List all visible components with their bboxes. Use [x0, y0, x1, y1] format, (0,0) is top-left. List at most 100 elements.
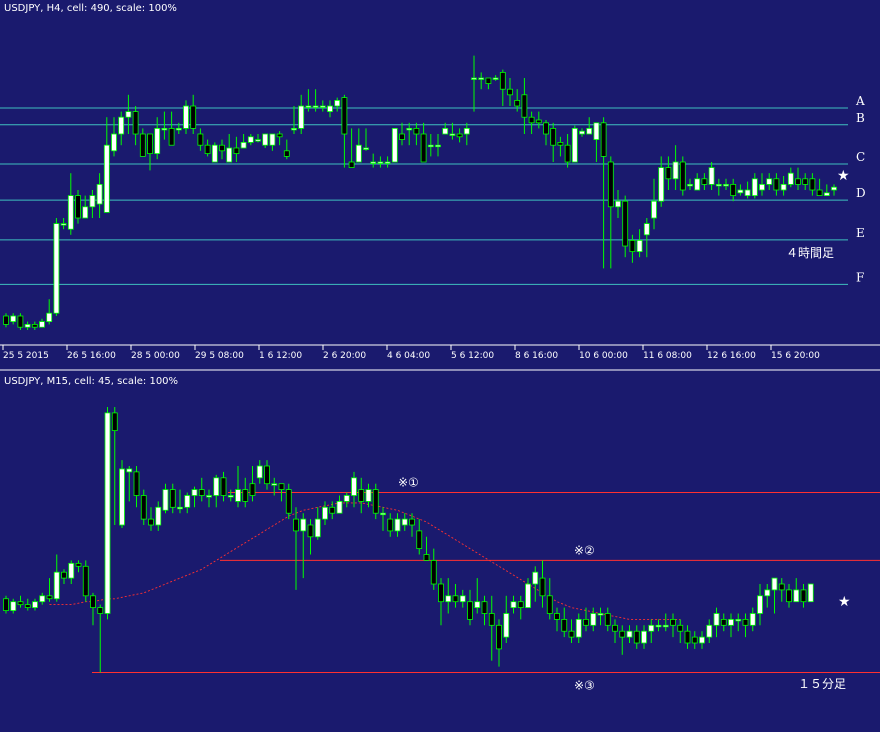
candle-body	[579, 130, 585, 135]
candle-body	[39, 595, 46, 603]
candle	[679, 156, 686, 196]
candle-body	[619, 630, 626, 638]
candle-body	[600, 122, 607, 157]
candle-body	[226, 147, 233, 163]
candle-body	[322, 506, 328, 520]
candle-body	[336, 500, 343, 514]
candle-body	[485, 77, 492, 84]
candle-body	[546, 595, 553, 614]
candle-body	[510, 601, 517, 609]
candle-body	[104, 412, 111, 614]
candle-body	[148, 518, 154, 526]
candle-body	[355, 144, 362, 163]
candle-body	[305, 105, 312, 108]
candle-body	[764, 589, 771, 597]
candle-body	[24, 604, 31, 609]
candle-body	[211, 144, 218, 163]
candle-body	[568, 630, 575, 638]
candle-body	[420, 133, 427, 163]
h4-level-label: A	[855, 94, 865, 108]
candle-body	[715, 183, 722, 187]
candle-body	[154, 127, 161, 154]
candle-body	[597, 613, 604, 616]
candle	[391, 127, 398, 163]
candle-body	[358, 489, 365, 502]
candle-body	[677, 624, 684, 632]
candle-body	[341, 97, 348, 135]
candle-body	[691, 636, 698, 644]
h4-level-label: B	[856, 111, 865, 125]
candle-body	[730, 183, 737, 196]
candle-body	[10, 315, 17, 322]
candle-body	[61, 571, 67, 579]
candle-body	[742, 619, 749, 626]
h4-level-label: C	[856, 150, 865, 164]
candle-body	[329, 506, 336, 514]
candle	[211, 142, 218, 163]
candle-body	[133, 471, 140, 496]
candle-body	[728, 619, 734, 626]
h4-x-tick-label: 4 6 04:00	[387, 351, 430, 361]
candle-body	[119, 468, 125, 526]
candle-body	[31, 323, 38, 328]
candle-body	[271, 483, 278, 486]
candle-body	[735, 619, 742, 622]
candle-body	[701, 178, 708, 185]
candle-body	[539, 577, 546, 597]
candle-body	[706, 624, 713, 638]
candle-body	[525, 583, 531, 609]
candle-body	[720, 619, 727, 626]
candle-body	[430, 560, 437, 585]
candle-body	[406, 127, 413, 131]
candle-body	[394, 518, 401, 532]
candle-body	[155, 506, 162, 526]
candle-body	[103, 144, 110, 213]
candle-body	[802, 178, 809, 185]
candle-body	[823, 192, 830, 197]
candle-body	[459, 595, 466, 603]
candle-body	[291, 127, 297, 131]
candle-body	[831, 186, 837, 191]
candle-body	[499, 72, 506, 90]
candle-body	[778, 583, 785, 591]
candle-body	[24, 323, 31, 328]
candle	[119, 460, 125, 528]
candle-body	[147, 133, 153, 155]
candle-body	[809, 178, 816, 191]
candle	[82, 560, 89, 602]
candle-body	[247, 136, 254, 143]
candle-body	[343, 495, 350, 502]
candle-body	[409, 518, 415, 526]
candle-body	[269, 133, 276, 146]
candle-body	[662, 624, 669, 628]
candle-body	[377, 161, 384, 164]
h4-x-tick-label: 10 6 00:00	[579, 351, 628, 361]
candle-body	[168, 127, 175, 146]
candle-body	[699, 636, 705, 644]
candle-body	[571, 127, 578, 163]
candle-body	[438, 583, 444, 603]
candle-body	[262, 133, 269, 146]
candle-body	[191, 489, 198, 496]
candle-body	[786, 589, 792, 603]
candle-body	[687, 183, 693, 187]
candle-body	[319, 105, 326, 108]
h4-x-tick-label: 29 5 08:00	[195, 351, 244, 361]
candle-body	[314, 518, 321, 538]
candle	[17, 313, 24, 330]
candle-body	[757, 595, 763, 614]
candle-body	[488, 613, 495, 626]
candle-body	[307, 524, 314, 538]
candle-body	[183, 105, 189, 129]
candle-body	[68, 562, 75, 579]
candle-body	[471, 77, 477, 80]
candle-body	[348, 161, 355, 168]
candle-body	[564, 144, 571, 163]
m15-level-label: ※①	[398, 476, 419, 490]
h4-x-tick-label: 11 6 08:00	[643, 351, 692, 361]
candle-body	[140, 495, 147, 520]
candle-body	[175, 127, 182, 131]
candle-body	[795, 178, 801, 185]
candle-body	[327, 105, 333, 112]
candle-body	[679, 161, 686, 191]
